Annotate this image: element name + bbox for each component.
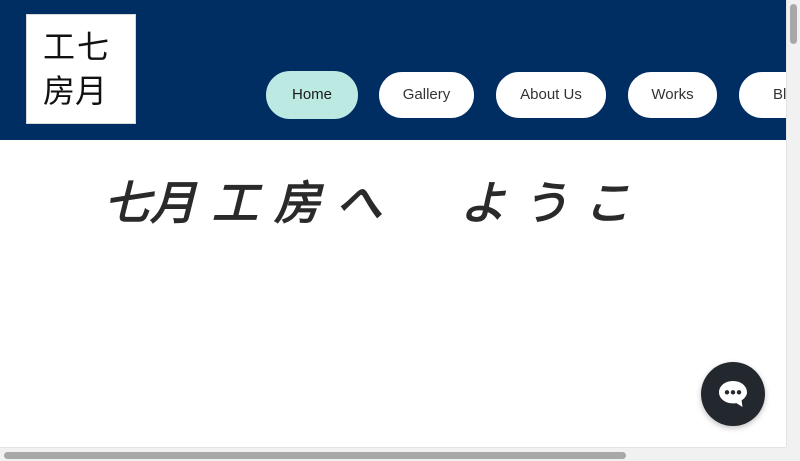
vertical-scrollbar[interactable] (786, 0, 800, 447)
nav-works-button[interactable]: Works (627, 71, 718, 119)
page-viewport: 工七 房月 Home Gallery About Us Works Blog 七… (0, 0, 800, 461)
chat-bubble-icon (719, 381, 747, 407)
horizontal-scrollbar[interactable] (0, 447, 786, 461)
nav-gallery-button[interactable]: Gallery (378, 71, 475, 119)
nav-about-us-button[interactable]: About Us (495, 71, 607, 119)
horizontal-scrollbar-thumb[interactable] (4, 452, 626, 459)
nav-home-button[interactable]: Home (266, 71, 358, 119)
main-navigation: Home Gallery About Us Works Blog (0, 0, 786, 140)
chat-button[interactable] (701, 362, 765, 426)
nav-blog-button[interactable]: Blog (738, 71, 786, 119)
vertical-scrollbar-thumb[interactable] (790, 4, 797, 44)
scrollbar-corner (786, 447, 800, 461)
welcome-headline: 七月 工 房 へ よ う こ (104, 176, 631, 230)
